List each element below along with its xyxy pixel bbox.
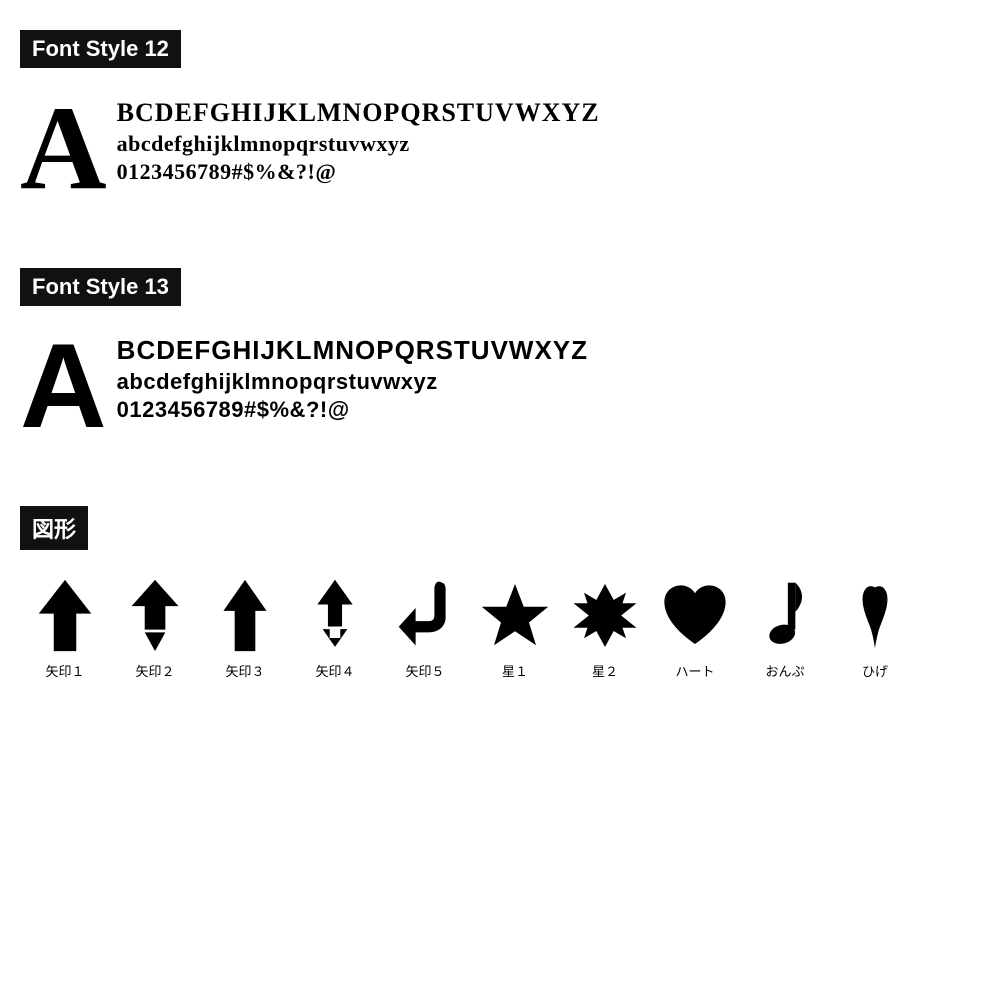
shape-mustache: ひげ [830, 575, 920, 680]
arrow2-label: 矢印２ [135, 661, 174, 680]
font12-demo: A BCDEFGHIJKLMNOPQRSTUVWXYZ abcdefghijkl… [20, 78, 980, 208]
arrow2-icon [120, 575, 190, 655]
music-icon [750, 575, 820, 655]
font12-uppercase: BCDEFGHIJKLMNOPQRSTUVWXYZ [117, 96, 600, 130]
font13-uppercase: BCDEFGHIJKLMNOPQRSTUVWXYZ [117, 334, 588, 368]
arrow5-label: 矢印５ [405, 661, 444, 680]
shape-star1: 星１ [470, 575, 560, 680]
shape-arrow4: 矢印４ [290, 575, 380, 680]
font12-big-letter: A [20, 88, 107, 208]
shape-star2: 星２ [560, 575, 650, 680]
star1-label: 星１ [502, 661, 528, 680]
shape-arrow3: 矢印３ [200, 575, 290, 680]
font13-lowercase: abcdefghijklmnopqrstuvwxyz [117, 368, 588, 397]
arrow1-label: 矢印１ [45, 661, 84, 680]
font13-characters: BCDEFGHIJKLMNOPQRSTUVWXYZ abcdefghijklmn… [117, 334, 588, 425]
arrow3-icon [210, 575, 280, 655]
arrow1-icon [30, 575, 100, 655]
shapes-section: 図形 矢印１ 矢印２ [0, 476, 1000, 710]
font-style-13-section: Font Style 13 A BCDEFGHIJKLMNOPQRSTUVWXY… [0, 238, 1000, 476]
font13-big-letter: A [20, 326, 107, 446]
mustache-icon [840, 575, 910, 655]
font-style-12-section: Font Style 12 A BCDEFGHIJKLMNOPQRSTUVWXY… [0, 0, 1000, 238]
shape-arrow5: 矢印５ [380, 575, 470, 680]
heart-icon [660, 575, 730, 655]
arrow4-label: 矢印４ [315, 661, 354, 680]
shapes-header: 図形 [20, 506, 88, 550]
music-label: おんぷ [765, 661, 804, 680]
font13-demo: A BCDEFGHIJKLMNOPQRSTUVWXYZ abcdefghijkl… [20, 316, 980, 446]
arrow5-icon [390, 575, 460, 655]
arrow3-label: 矢印３ [225, 661, 264, 680]
font-style-13-header: Font Style 13 [20, 268, 181, 306]
font12-lowercase: abcdefghijklmnopqrstuvwxyz [117, 130, 600, 159]
arrow4-icon [300, 575, 370, 655]
shape-arrow1: 矢印１ [20, 575, 110, 680]
star2-icon [570, 575, 640, 655]
shape-music: おんぷ [740, 575, 830, 680]
font13-numbers: 0123456789#$%&?!@ [117, 396, 588, 425]
font12-characters: BCDEFGHIJKLMNOPQRSTUVWXYZ abcdefghijklmn… [117, 96, 600, 187]
shapes-row: 矢印１ 矢印２ 矢印３ [20, 575, 980, 680]
shape-arrow2: 矢印２ [110, 575, 200, 680]
font-style-12-header: Font Style 12 [20, 30, 181, 68]
mustache-label: ひげ [862, 661, 888, 680]
star2-label: 星２ [592, 661, 618, 680]
heart-label: ハート [675, 661, 714, 680]
shape-heart: ハート [650, 575, 740, 680]
font12-numbers: 0123456789#$%&?!@ [117, 158, 600, 187]
star1-icon [480, 575, 550, 655]
